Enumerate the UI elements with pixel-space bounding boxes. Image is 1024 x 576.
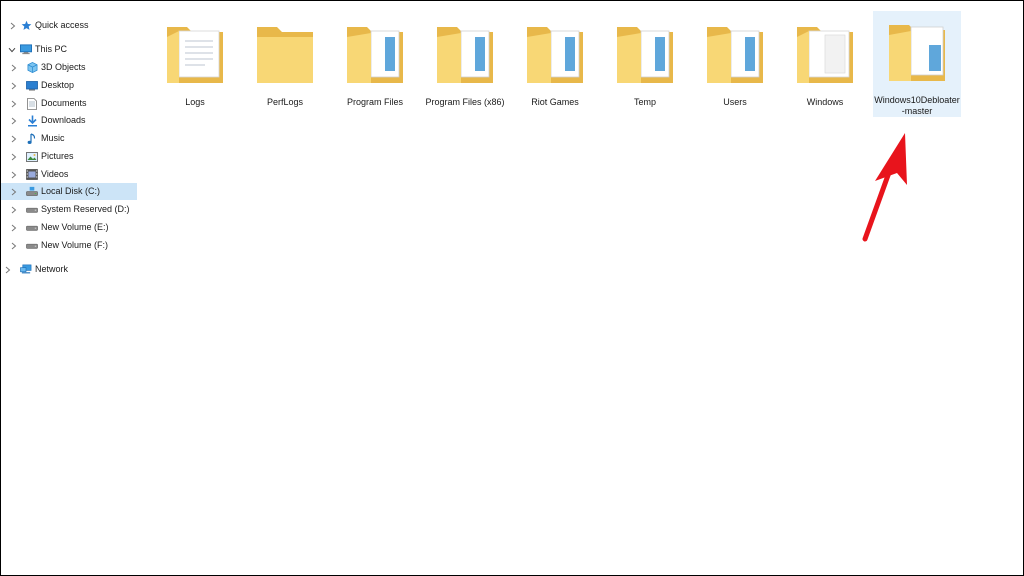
folder-label: Users <box>723 97 747 107</box>
folder-tile-logs[interactable]: Logs <box>151 13 239 117</box>
drive-icon <box>26 240 38 252</box>
folder-with-files-icon <box>437 27 493 83</box>
download-icon <box>26 115 38 127</box>
chevron-right-icon[interactable] <box>10 206 18 214</box>
folder-tile-program-files[interactable]: Program Files <box>331 13 419 117</box>
folder-with-files-icon <box>707 27 763 83</box>
chevron-right-icon[interactable] <box>10 117 18 125</box>
chevron-right-icon[interactable] <box>10 188 18 196</box>
folder-label: Windows10Debloater-master <box>874 95 960 116</box>
video-icon <box>26 169 38 181</box>
folder-view: Logs PerfLogs Program Files Program File… <box>151 9 1011 129</box>
annotation-arrow-icon <box>862 133 907 242</box>
folder-with-files-icon <box>617 27 673 83</box>
folder-tile-windows[interactable]: Windows <box>781 13 869 117</box>
nav-label: Videos <box>41 169 69 179</box>
folder-tile-temp[interactable]: Temp <box>601 13 689 117</box>
nav-item-desktop[interactable]: Desktop <box>1 77 137 94</box>
nav-item-this-pc[interactable]: This PC <box>1 41 137 58</box>
nav-item-pictures[interactable]: Pictures <box>1 148 137 165</box>
folder-tile-riot-games[interactable]: Riot Games <box>511 13 599 117</box>
document-icon <box>26 97 38 110</box>
nav-item-videos[interactable]: Videos <box>1 166 137 183</box>
nav-item-new-volume-e[interactable]: New Volume (E:) <box>1 219 137 236</box>
nav-item-music[interactable]: Music <box>1 130 137 147</box>
chevron-right-icon[interactable] <box>10 224 18 232</box>
nav-label: This PC <box>35 44 68 54</box>
folder-label: Temp <box>633 97 656 107</box>
folder-label: Windows <box>806 97 844 107</box>
music-icon <box>26 132 38 145</box>
cube-icon <box>26 62 38 74</box>
chevron-right-icon[interactable] <box>10 153 18 161</box>
drive-icon <box>26 222 38 234</box>
folder-with-files-icon <box>347 27 403 83</box>
folder-with-files-icon <box>889 25 945 81</box>
folder-with-documents-icon <box>797 27 853 83</box>
nav-label: Network <box>35 264 69 274</box>
folder-icon <box>257 27 313 83</box>
nav-item-documents[interactable]: Documents <box>1 95 137 112</box>
drive-icon <box>26 186 38 198</box>
navigation-pane: Quick access This PC 3D Objects Desktop … <box>1 9 137 299</box>
folder-label: Program Files (x86) <box>425 97 505 107</box>
nav-item-quick-access[interactable]: Quick access <box>1 17 137 34</box>
nav-label: 3D Objects <box>41 62 86 72</box>
folder-label: Riot Games <box>531 97 579 107</box>
nav-item-new-volume-f[interactable]: New Volume (F:) <box>1 237 137 254</box>
folder-tile-program-files-x86[interactable]: Program Files (x86) <box>421 13 509 117</box>
nav-label: New Volume (F:) <box>41 240 109 250</box>
nav-item-local-disk-c[interactable]: Local Disk (C:) <box>1 183 137 200</box>
chevron-right-icon[interactable] <box>10 64 18 72</box>
nav-label: New Volume (E:) <box>41 222 109 232</box>
file-explorer-window: Quick access This PC 3D Objects Desktop … <box>0 0 1024 576</box>
chevron-right-icon[interactable] <box>10 135 18 143</box>
nav-label: Local Disk (C:) <box>41 186 101 196</box>
nav-label: Desktop <box>41 80 75 90</box>
computer-icon <box>20 44 32 56</box>
chevron-down-icon[interactable] <box>8 46 16 54</box>
nav-label: Downloads <box>41 115 86 125</box>
chevron-right-icon[interactable] <box>10 100 18 108</box>
nav-item-system-reserved-d[interactable]: System Reserved (D:) <box>1 201 137 218</box>
nav-label: System Reserved (D:) <box>41 204 130 214</box>
chevron-right-icon[interactable] <box>9 22 17 30</box>
nav-label: Pictures <box>41 151 74 161</box>
folder-with-files-icon <box>527 27 583 83</box>
nav-label: Quick access <box>35 20 89 30</box>
picture-icon <box>26 151 38 163</box>
folder-tile-windows10debloater-master[interactable]: Windows10Debloater-master <box>873 11 961 117</box>
folder-with-documents-icon <box>167 27 223 83</box>
nav-label: Documents <box>41 98 87 108</box>
folder-label: Program Files <box>346 97 403 107</box>
folder-label: Logs <box>185 97 205 107</box>
chevron-right-icon[interactable] <box>10 171 18 179</box>
folder-tile-users[interactable]: Users <box>691 13 779 117</box>
network-icon <box>20 264 32 276</box>
chevron-right-icon[interactable] <box>10 242 18 250</box>
nav-label: Music <box>41 133 65 143</box>
chevron-right-icon[interactable] <box>4 266 12 274</box>
chevron-right-icon[interactable] <box>10 82 18 90</box>
desktop-icon <box>26 80 38 92</box>
folder-tile-perflogs[interactable]: PerfLogs <box>241 13 329 117</box>
nav-item-network[interactable]: Network <box>1 261 137 278</box>
drive-icon <box>26 204 38 216</box>
star-icon <box>20 20 32 32</box>
nav-item-3d-objects[interactable]: 3D Objects <box>1 59 137 76</box>
folder-label: PerfLogs <box>266 97 304 107</box>
nav-item-downloads[interactable]: Downloads <box>1 112 137 129</box>
